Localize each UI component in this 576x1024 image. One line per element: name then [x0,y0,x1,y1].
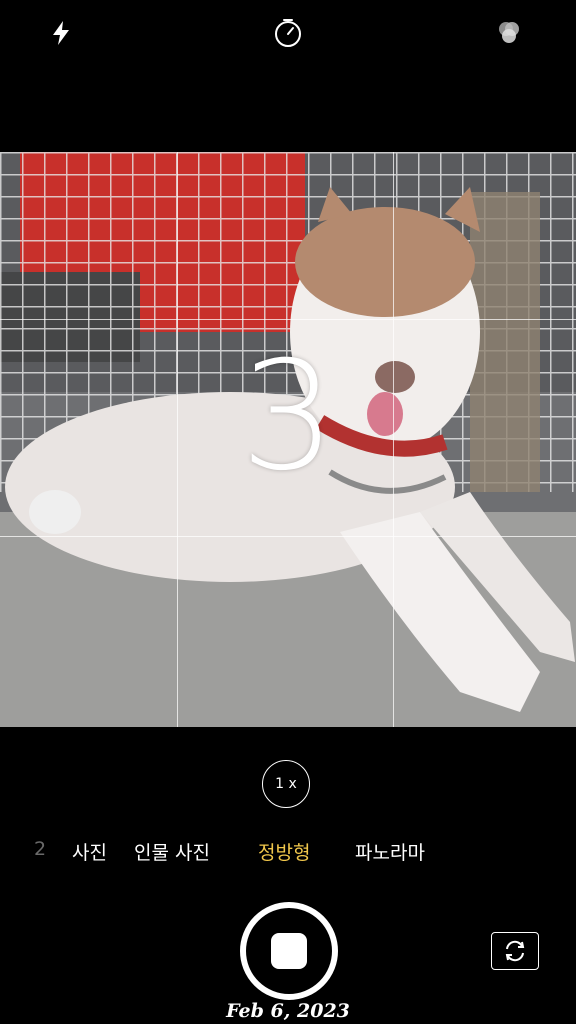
camera-viewfinder[interactable]: 3 [0,152,576,727]
mode-selector: 2 사진 인물 사진 정방형 파노라마 [0,838,576,868]
stop-record-icon [271,933,307,969]
zoom-button[interactable]: 1 x [262,760,310,808]
top-bar [0,0,576,70]
mode-photo[interactable]: 사진 [72,838,107,865]
filters-icon[interactable] [492,16,526,50]
timer-icon[interactable] [271,16,305,50]
flip-camera-icon [505,940,525,962]
timer-countdown: 3 [240,330,336,504]
mode-portrait[interactable]: 인물 사진 [134,838,210,865]
mode-item-clipped[interactable]: 2 [34,838,46,860]
date-overlay: Feb 6, 2023 [226,1000,350,1022]
flash-icon[interactable] [44,16,78,50]
grid-line [0,536,576,537]
mode-panorama[interactable]: 파노라마 [355,838,425,865]
zoom-label: 1 x [275,776,297,792]
flip-camera-button[interactable] [491,932,539,970]
shutter-button[interactable] [240,902,338,1000]
grid-line [0,319,576,320]
mode-square[interactable]: 정방형 [258,838,310,865]
